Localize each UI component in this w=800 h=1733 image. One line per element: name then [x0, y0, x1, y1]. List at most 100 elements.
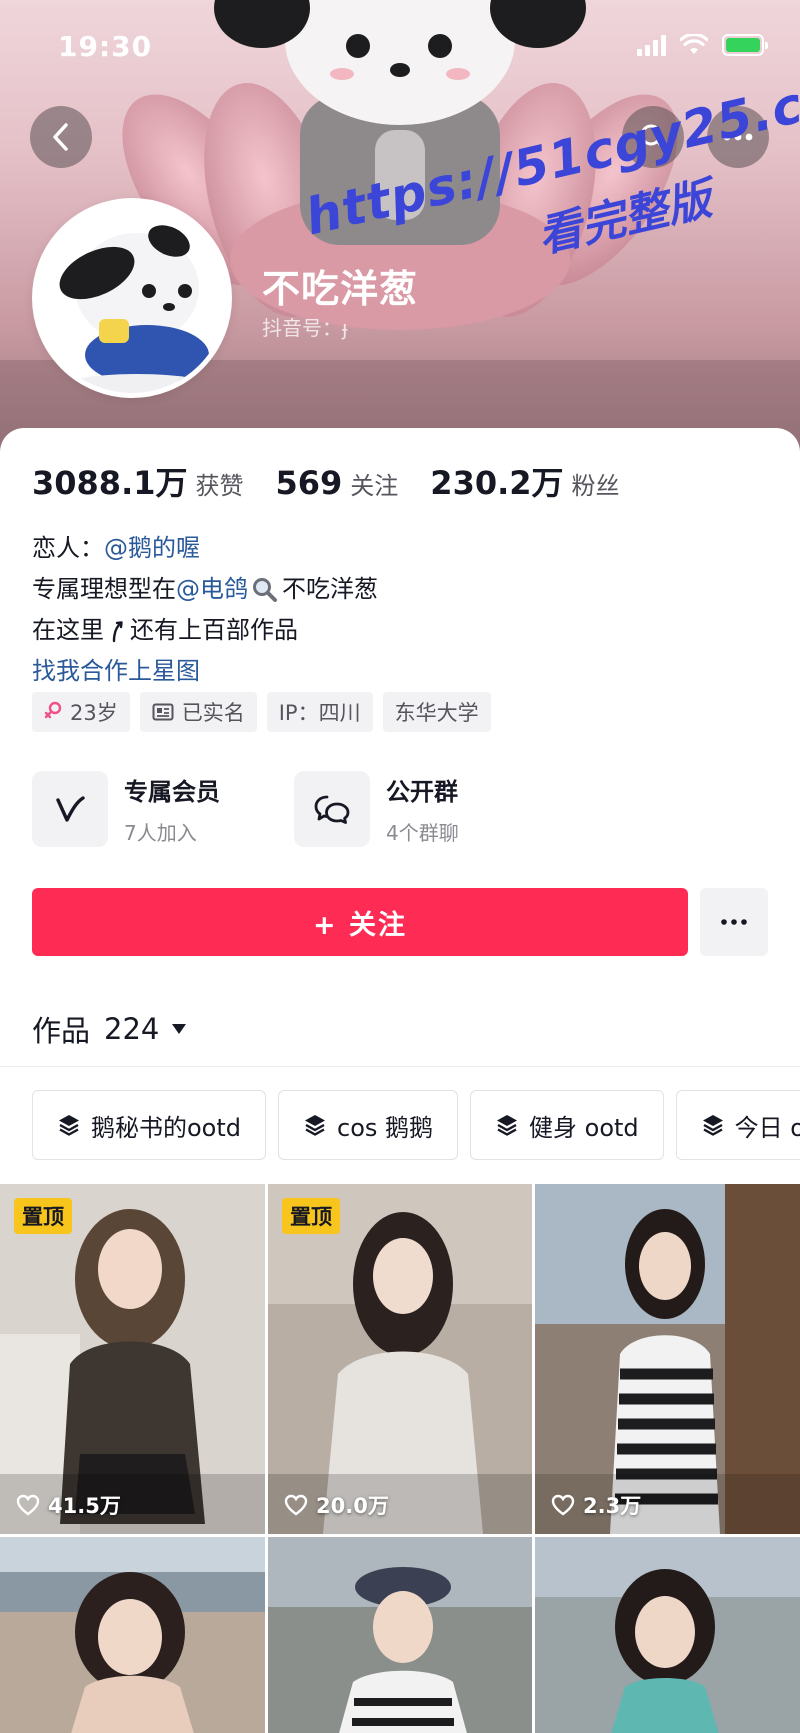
search-keyword-link[interactable]: 不吃洋葱: [282, 569, 378, 610]
video-thumbnail: [0, 1184, 265, 1534]
video-likes: 2.3万: [551, 1490, 641, 1520]
layers-icon: [305, 1115, 326, 1136]
curved-arrow-up-icon: [112, 620, 123, 642]
collection-chip[interactable]: 健身 ootd: [470, 1090, 664, 1160]
heart-icon: [284, 1494, 308, 1516]
stat-following[interactable]: 569 关注: [276, 464, 399, 502]
video-likes: 41.5万: [16, 1490, 121, 1520]
bio-text: 在这里: [32, 616, 104, 644]
likes-count: 41.5万: [48, 1494, 121, 1518]
layers-icon: [702, 1115, 723, 1136]
follow-more-button[interactable]: [700, 888, 768, 956]
tag-verified: 已实名: [139, 692, 257, 732]
female-icon: [44, 701, 62, 719]
status-time: 19:30: [58, 30, 153, 63]
tag-age: 23岁: [32, 692, 130, 732]
stat-value: 3088.1万: [32, 464, 188, 502]
profile-card: 3088.1万 获赞 569 关注 230.2万 粉丝 恋人： @鹅的喔 专属理想…: [0, 428, 800, 1733]
video-thumbnail: [268, 1184, 532, 1534]
video-thumbnail: [0, 1537, 265, 1733]
feature-text: 公开群 4个群聊: [386, 772, 459, 846]
heart-icon: [551, 1494, 575, 1516]
collection-chip[interactable]: 鹅秘书的ootd: [32, 1090, 267, 1160]
mention-link[interactable]: @鹅的喔: [104, 528, 200, 569]
video-likes: 20.0万: [284, 1490, 389, 1520]
works-label: 作品: [32, 1014, 91, 1048]
likes-count: 20.0万: [316, 1494, 389, 1518]
section-divider: [0, 1066, 800, 1067]
feature-text: 专属会员 7人加入: [124, 772, 220, 846]
profile-tags: 23岁 已实名 IP：四川 东华大学: [32, 692, 491, 732]
stat-label: 获赞: [195, 472, 244, 500]
bio-line-works: 在这里 还有上百部作品: [32, 610, 378, 651]
tag-label: 已实名: [181, 701, 245, 725]
stat-likes[interactable]: 3088.1万 获赞: [32, 458, 244, 504]
video-tile[interactable]: [0, 1537, 265, 1733]
status-bar: 19:30: [0, 0, 800, 96]
collection-label: 健身 ootd: [529, 1113, 639, 1142]
feature-entries: 专属会员 7人加入 公开群 4个群聊: [32, 770, 772, 848]
follow-button[interactable]: + 关注: [32, 888, 688, 956]
feature-title: 公开群: [386, 778, 458, 806]
stat-followers[interactable]: 230.2万 粉丝: [430, 458, 619, 504]
cellular-signal-icon: [637, 34, 666, 56]
feature-subtitle: 4个群聊: [386, 821, 459, 845]
battery-icon: [722, 34, 768, 56]
more-dots-icon: [721, 919, 747, 925]
chevron-left-icon: [53, 123, 68, 151]
video-grid: 置顶 41.5万 置顶 20.0万 2.3万: [0, 1184, 800, 1733]
feature-title: 专属会员: [124, 778, 220, 806]
avatar[interactable]: [32, 198, 232, 398]
membership-v-icon: [56, 796, 85, 822]
pinned-badge: 置顶: [282, 1198, 340, 1234]
avatar-image: [37, 203, 227, 393]
tag-label: IP：四川: [278, 701, 361, 725]
collection-label: 鹅秘书的ootd: [91, 1113, 242, 1142]
video-tile[interactable]: [268, 1537, 532, 1733]
search-magnifier-icon: [253, 577, 277, 602]
tag-label: 23岁: [70, 701, 118, 725]
collection-label: 今日 o: [734, 1113, 800, 1142]
tag-school[interactable]: 东华大学: [382, 692, 491, 732]
heart-icon: [16, 1494, 40, 1516]
caret-down-icon: [172, 1024, 187, 1034]
feature-subtitle: 7人加入: [124, 821, 197, 845]
stat-value: 230.2万: [430, 464, 564, 502]
works-tab[interactable]: 作品 224: [32, 1008, 187, 1050]
collections-row: 鹅秘书的ootd cos 鹅鹅 健身 ootd 今日 o: [32, 1090, 800, 1160]
back-button[interactable]: [30, 106, 92, 168]
id-card-icon: [152, 703, 174, 721]
bio-line-cooperation: 找我合作上星图: [32, 651, 378, 692]
video-tile[interactable]: 2.3万: [535, 1184, 800, 1534]
stat-label: 粉丝: [571, 472, 620, 500]
bio-line-partner: 恋人： @鹅的喔: [32, 528, 378, 569]
pinned-badge: 置顶: [14, 1198, 72, 1234]
status-icons: [637, 34, 768, 56]
layers-icon: [59, 1115, 79, 1136]
group-chat-entry[interactable]: 公开群 4个群聊: [294, 770, 459, 848]
cooperation-link[interactable]: 找我合作上星图: [32, 651, 200, 692]
collection-chip[interactable]: cos 鹅鹅: [278, 1090, 459, 1160]
bio: 恋人： @鹅的喔 专属理想型在 @电鸽 不吃洋葱 在这里 还有上百部作品 找我合作上…: [32, 528, 378, 692]
video-tile[interactable]: 置顶 41.5万: [0, 1184, 265, 1534]
feature-icon-box: [294, 771, 370, 847]
video-tile[interactable]: 置顶 20.0万: [268, 1184, 532, 1534]
video-thumbnail: [268, 1537, 532, 1733]
layers-icon: [497, 1115, 518, 1136]
works-count: 224: [104, 1012, 160, 1046]
stat-label: 关注: [350, 472, 399, 500]
stat-value: 569: [275, 464, 343, 502]
video-thumbnail: [535, 1184, 800, 1534]
video-tile[interactable]: [535, 1537, 800, 1733]
bio-text: 恋人：: [32, 534, 104, 562]
bio-line-ideal: 专属理想型在 @电鸽 不吃洋葱: [32, 569, 378, 610]
tag-label: 东华大学: [394, 701, 479, 725]
mention-link[interactable]: @电鸽: [176, 569, 248, 610]
video-thumbnail: [535, 1537, 800, 1733]
collection-label: cos 鹅鹅: [337, 1113, 434, 1142]
bio-text: 专属理想型在: [32, 575, 176, 603]
bio-text: 还有上百部作品: [130, 616, 298, 644]
membership-entry[interactable]: 专属会员 7人加入: [32, 770, 220, 848]
collection-chip[interactable]: 今日 o: [675, 1090, 800, 1160]
wifi-icon: [680, 34, 708, 54]
